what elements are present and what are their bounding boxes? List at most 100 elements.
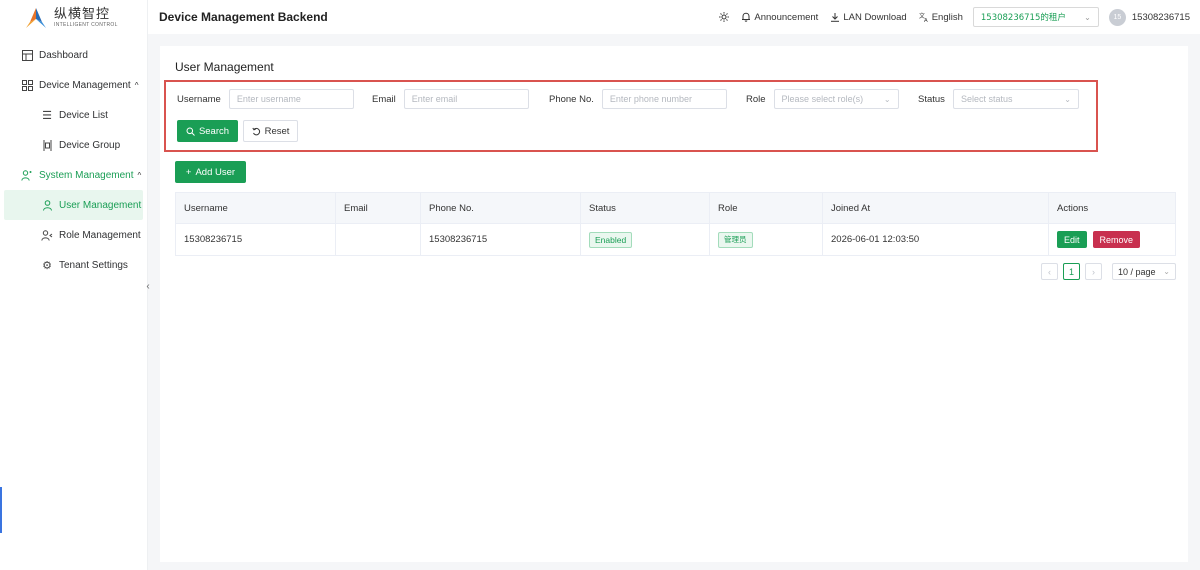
page-number-button[interactable]: 1 [1063,263,1080,280]
system-users-icon [20,168,34,182]
phone-placeholder: Enter phone number [609,94,692,104]
chevron-up-icon: ^ [134,80,139,90]
chevron-up-icon: ^ [137,170,142,180]
tenant-select[interactable]: 15308236715的租户 ⌄ [972,7,1099,27]
reset-button[interactable]: Reset [243,120,298,142]
sidebar-item-device-list[interactable]: ☰ Device List [0,100,147,130]
sidebar-collapse-button[interactable]: ‹ [142,277,154,295]
lan-download-button[interactable]: LAN Download [830,11,907,23]
role-select[interactable]: Please select role(s) ⌄ [773,89,899,109]
phone-input[interactable]: Enter phone number [601,89,727,109]
sidebar-item-label: User Management [59,199,142,211]
phone-filter-label: Phone No. [549,93,594,105]
reset-label: Reset [264,125,290,137]
sidebar-item-device-management[interactable]: Device Management ^ [0,70,147,100]
brand-tagline: INTELLIGENT CONTROL [54,22,118,28]
language-label: English [931,11,963,23]
column-header-role: Role [710,193,823,223]
tenant-value: 15308236715的租户 [980,13,1066,23]
table-row: 15308236715 15308236715 Enabled 管理员 2026… [176,224,1175,255]
prev-page-button[interactable]: ‹ [1041,263,1058,280]
avatar[interactable]: 15 [1108,8,1126,26]
cell-role: 管理员 [710,224,823,255]
role-placeholder: Please select role(s) [781,94,864,104]
page-size-value: 10 / page [1118,266,1156,277]
filter-status: Status Select status ⌄ [918,89,1079,109]
cell-username: 15308236715 [176,224,336,255]
top-header: Device Management Backend Announcement L… [148,0,1200,34]
user-icon [40,198,54,212]
status-placeholder: Select status [960,94,1013,104]
sidebar-item-label: Device Group [59,139,121,151]
column-header-status: Status [581,193,710,223]
filter-role: Role Please select role(s) ⌄ [746,89,899,109]
cell-phone: 15308236715 [421,224,581,255]
search-button[interactable]: Search [177,120,238,142]
email-input[interactable]: Enter email [403,89,529,109]
sun-icon [719,12,730,22]
sidebar-item-label: Tenant Settings [59,259,128,271]
list-icon: ☰ [42,109,52,122]
svg-text:A: A [924,18,928,22]
edit-button[interactable]: Edit [1057,231,1087,248]
add-user-label: Add User [195,166,236,178]
reset-icon [251,127,260,135]
page-title: User Management [175,60,274,74]
status-filter-label: Status [918,93,945,105]
group-icon [40,138,54,152]
filter-username: Username Enter username [177,89,354,109]
app-title: Device Management Backend [159,10,328,24]
table-header-row: Username Email Phone No. Status Role Joi… [176,193,1175,224]
sidebar-item-system-management[interactable]: System Management ^ [0,160,147,190]
role-icon [40,228,54,242]
brand-logo-icon [26,8,46,28]
language-switch-button[interactable]: 文A English [919,12,963,23]
cell-joined-at: 2026-06-01 12:03:50 [823,224,1049,255]
filter-panel: Username Enter username Email Enter emai… [164,80,1098,152]
sidebar-item-dashboard[interactable]: Dashboard [0,40,147,70]
status-select[interactable]: Select status ⌄ [952,89,1079,109]
username-filter-label: Username [177,93,221,105]
remove-button[interactable]: Remove [1092,231,1141,248]
sidebar-item-label: Role Management [59,229,141,241]
sidebar-item-label: Dashboard [39,49,88,61]
page-size-select[interactable]: 10 / page ⌄ [1112,263,1176,280]
users-table: Username Email Phone No. Status Role Joi… [175,192,1176,256]
column-header-username: Username [176,193,336,223]
email-placeholder: Enter email [411,94,458,104]
gear-icon: ⚙ [42,259,52,272]
chevron-left-icon: ‹ [146,280,150,292]
cell-actions: Edit Remove [1049,224,1175,255]
lan-download-label: LAN Download [843,11,907,23]
chevron-down-icon: ⌄ [1084,12,1091,22]
sidebar: 纵横智控 INTELLIGENT CONTROL Dashboard Devic… [0,0,148,570]
cell-status: Enabled [581,224,710,255]
column-header-joined-at: Joined At [823,193,1049,223]
add-user-button[interactable]: + Add User [175,161,246,183]
chevron-right-icon: › [1092,266,1095,277]
sidebar-item-label: Device List [59,109,108,121]
brand-name: 纵横智控 [54,7,111,22]
next-page-button[interactable]: › [1085,263,1102,280]
current-user-name[interactable]: 15308236715 [1132,12,1190,23]
translate-icon: 文A [919,12,928,22]
sidebar-item-user-management[interactable]: User Management [4,190,143,220]
search-label: Search [198,125,230,137]
username-placeholder: Enter username [236,94,301,104]
sidebar-item-tenant-settings[interactable]: ⚙ Tenant Settings [0,250,147,280]
column-header-phone: Phone No. [421,193,581,223]
filter-email: Email Enter email [372,89,529,109]
announcement-label: Announcement [754,11,819,23]
status-badge: Enabled [589,231,633,248]
search-icon [186,127,195,136]
download-icon [831,13,840,22]
chevron-down-icon: ⌄ [883,94,891,104]
sidebar-item-role-management[interactable]: Role Management [0,220,147,250]
theme-toggle-button[interactable] [719,12,730,22]
brand-logo: 纵横智控 INTELLIGENT CONTROL [0,0,147,36]
username-input[interactable]: Enter username [228,89,354,109]
device-management-icon [20,78,34,92]
bell-icon [742,12,751,22]
sidebar-item-device-group[interactable]: Device Group [0,130,147,160]
announcement-button[interactable]: Announcement [741,12,818,23]
